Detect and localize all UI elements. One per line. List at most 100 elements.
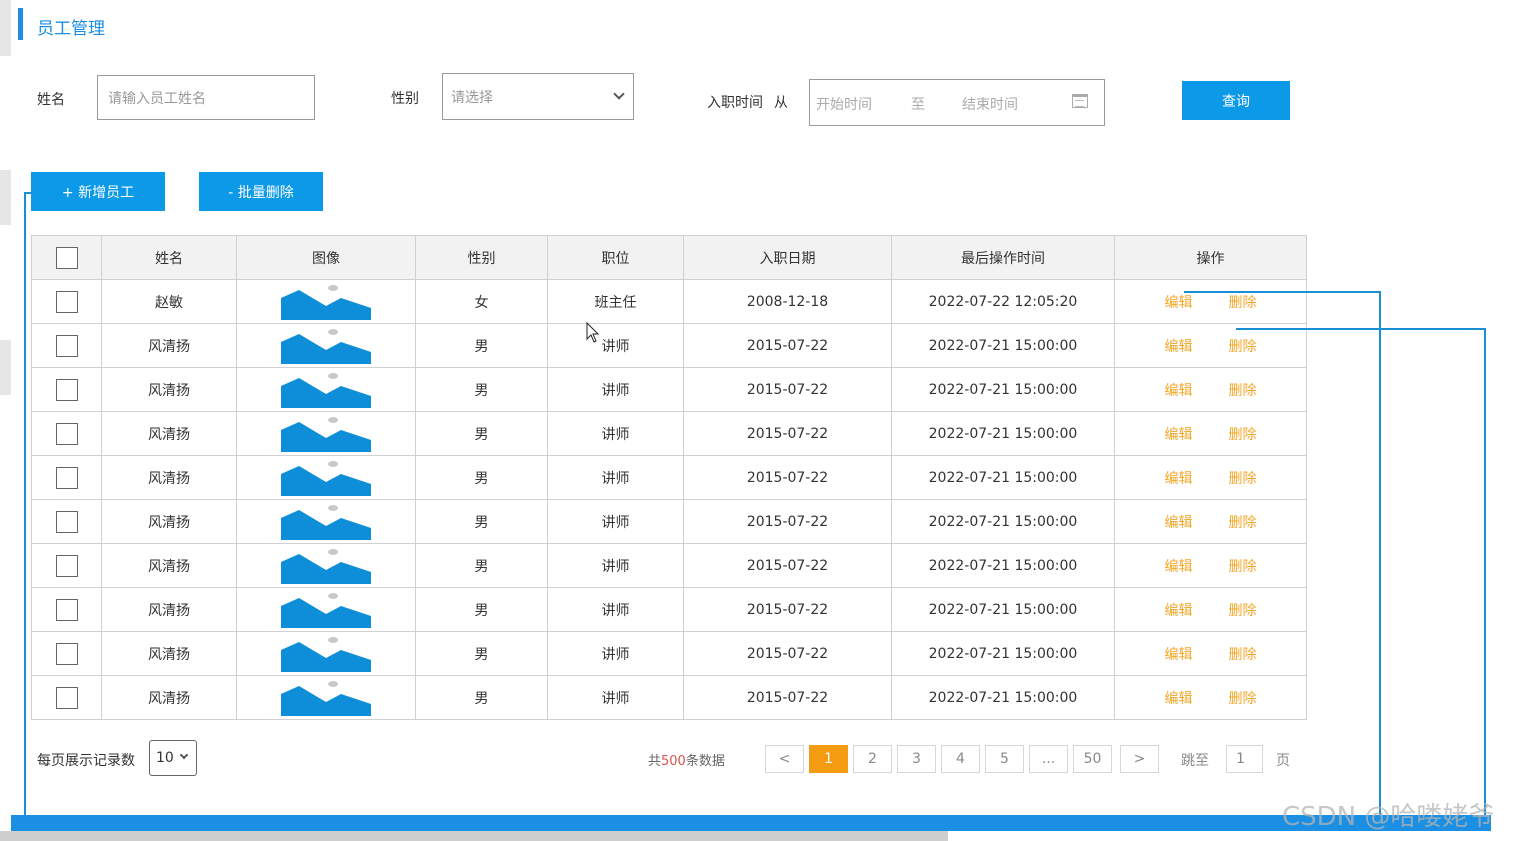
row-select-cell	[31, 455, 102, 500]
edit-link[interactable]: 编辑	[1165, 471, 1193, 487]
employee-image-thumbnail	[281, 636, 371, 672]
cell-position: 讲师	[547, 323, 684, 368]
cell-entry-date: 2015-07-22	[683, 631, 892, 676]
cell-entry-date: 2015-07-22	[683, 675, 892, 720]
row-select-cell	[31, 367, 102, 412]
cell-entry-date: 2015-07-22	[683, 499, 892, 544]
annotation-line-edit-h	[1184, 291, 1380, 293]
chevron-down-icon	[179, 750, 189, 760]
horizontal-scrollbar[interactable]	[0, 831, 948, 841]
delete-link[interactable]: 删除	[1229, 691, 1257, 707]
col-header-position: 职位	[547, 235, 684, 280]
cell-name: 风清扬	[101, 455, 237, 500]
annotation-line-left-cap	[24, 192, 32, 194]
entry-date-range-picker[interactable]: 开始时间 至 结束时间	[809, 79, 1105, 126]
employee-image-thumbnail	[281, 592, 371, 628]
edit-link[interactable]: 编辑	[1165, 559, 1193, 575]
delete-link[interactable]: 删除	[1229, 647, 1257, 663]
edit-link[interactable]: 编辑	[1165, 339, 1193, 355]
table-row: 风清扬 男讲师 2015-07-22 2022-07-21 15:00:00 编辑 删除	[31, 411, 1307, 456]
select-all-cell	[31, 235, 102, 280]
page-button-4[interactable]: 4	[941, 745, 980, 773]
delete-link[interactable]: 删除	[1229, 427, 1257, 443]
row-select-cell	[31, 323, 102, 368]
cell-position: 讲师	[547, 587, 684, 632]
row-checkbox[interactable]	[55, 422, 78, 445]
table-body: 赵敏女班主任 2008-12-18 2022-07-22 12:05:20 编辑 删除风…	[31, 279, 1307, 720]
edit-link[interactable]: 编辑	[1165, 515, 1193, 531]
row-checkbox[interactable]	[55, 554, 78, 577]
row-checkbox[interactable]	[55, 510, 78, 533]
total-count: 共500条数据	[648, 750, 725, 769]
jump-page-input[interactable]: 1	[1226, 745, 1263, 773]
add-employee-button[interactable]: + 新增员工	[31, 172, 165, 211]
cell-actions: 编辑 删除	[1114, 455, 1307, 500]
edit-link[interactable]: 编辑	[1165, 295, 1193, 311]
delete-link[interactable]: 删除	[1229, 383, 1257, 399]
edit-link[interactable]: 编辑	[1165, 647, 1193, 663]
name-input[interactable]: 请输入员工姓名	[97, 75, 315, 120]
edit-link[interactable]: 编辑	[1165, 691, 1193, 707]
cell-actions: 编辑 删除	[1114, 499, 1307, 544]
select-all-checkbox[interactable]	[55, 246, 78, 269]
next-page-button[interactable]: >	[1120, 745, 1159, 773]
page-button-3[interactable]: 3	[897, 745, 936, 773]
delete-link[interactable]: 删除	[1229, 559, 1257, 575]
delete-link[interactable]: 删除	[1229, 603, 1257, 619]
employee-image-thumbnail	[281, 284, 371, 320]
total-prefix: 共	[648, 754, 662, 769]
batch-delete-button[interactable]: - 批量删除	[199, 172, 323, 211]
delete-link[interactable]: 删除	[1229, 339, 1257, 355]
employee-image-thumbnail	[281, 328, 371, 364]
edit-link[interactable]: 编辑	[1165, 603, 1193, 619]
row-select-cell	[31, 499, 102, 544]
date-to-label: 至	[911, 97, 925, 113]
page-button-5[interactable]: 5	[985, 745, 1024, 773]
page-button-50[interactable]: 50	[1073, 745, 1112, 773]
calendar-icon[interactable]	[1072, 94, 1088, 108]
page-button-2[interactable]: 2	[853, 745, 892, 773]
col-header-last-op: 最后操作时间	[891, 235, 1115, 280]
cell-actions: 编辑 删除	[1114, 675, 1307, 720]
cell-name: 风清扬	[101, 499, 237, 544]
page-size-select[interactable]: 10	[149, 740, 197, 776]
gender-select[interactable]: 请选择	[442, 73, 634, 120]
row-checkbox[interactable]	[55, 642, 78, 665]
cell-image	[236, 631, 416, 676]
edit-link[interactable]: 编辑	[1165, 383, 1193, 399]
table-row: 风清扬 男讲师 2015-07-22 2022-07-21 15:00:00 编辑 删除	[31, 675, 1307, 720]
delete-link[interactable]: 删除	[1229, 471, 1257, 487]
row-checkbox[interactable]	[55, 598, 78, 621]
date-end-input[interactable]: 结束时间	[962, 94, 1018, 114]
cell-entry-date: 2015-07-22	[683, 323, 892, 368]
row-checkbox[interactable]	[55, 378, 78, 401]
page-suffix-label: 页	[1276, 753, 1290, 769]
left-strip-top	[0, 0, 11, 56]
employee-image-thumbnail	[281, 548, 371, 584]
row-select-cell	[31, 411, 102, 456]
employee-table: 姓名 图像 性别 职位 入职日期 最后操作时间 操作 赵敏 女班主任 2008-12…	[31, 235, 1307, 720]
row-checkbox[interactable]	[55, 686, 78, 709]
jump-to-label: 跳至	[1181, 753, 1209, 769]
row-select-cell	[31, 675, 102, 720]
annotation-line-delete-h	[1236, 328, 1486, 330]
annotation-line-edit-v	[1379, 291, 1381, 819]
row-checkbox[interactable]	[55, 334, 78, 357]
prev-page-button[interactable]: <	[765, 745, 804, 773]
date-start-input[interactable]: 开始时间	[816, 94, 872, 114]
cell-gender: 男	[415, 323, 548, 368]
delete-link[interactable]: 删除	[1229, 295, 1257, 311]
delete-link[interactable]: 删除	[1229, 515, 1257, 531]
page-button-1[interactable]: 1	[809, 745, 848, 773]
edit-link[interactable]: 编辑	[1165, 427, 1193, 443]
cell-last-op: 2022-07-22 12:05:20	[891, 279, 1115, 324]
name-label: 姓名	[37, 92, 65, 108]
col-header-image: 图像	[236, 235, 416, 280]
query-button[interactable]: 查询	[1182, 81, 1290, 120]
row-checkbox[interactable]	[55, 290, 78, 313]
cell-position: 讲师	[547, 543, 684, 588]
table-row: 风清扬 男讲师 2015-07-22 2022-07-21 15:00:00 编辑 删除	[31, 323, 1307, 368]
row-checkbox[interactable]	[55, 466, 78, 489]
cell-actions: 编辑 删除	[1114, 543, 1307, 588]
cell-actions: 编辑 删除	[1114, 323, 1307, 368]
